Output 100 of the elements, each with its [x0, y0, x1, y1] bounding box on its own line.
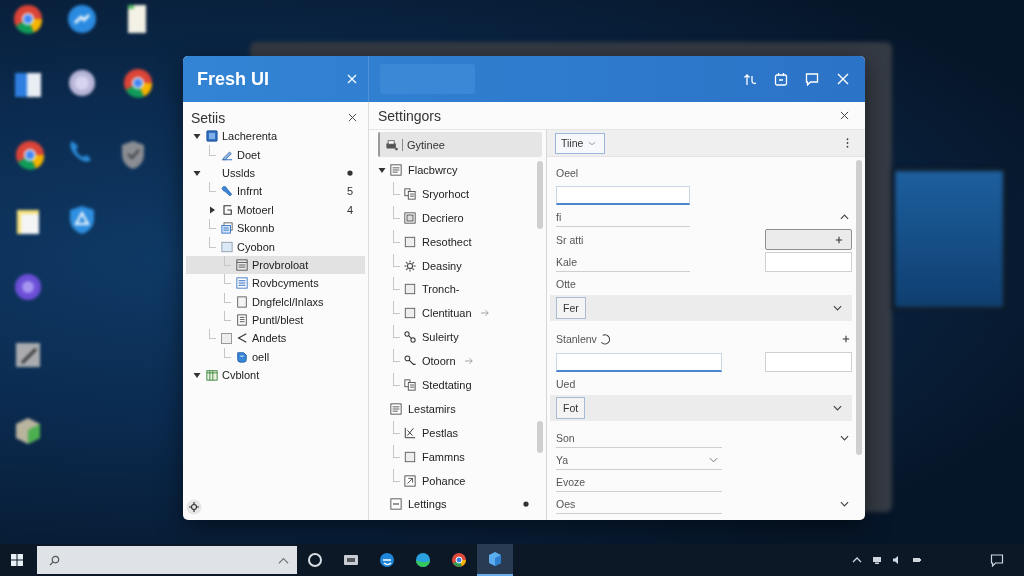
text-field[interactable]: Oes: [556, 494, 722, 514]
tree-item[interactable]: Otoorn: [369, 349, 537, 373]
text-field[interactable]: Son: [556, 428, 722, 448]
item-count: 4: [346, 203, 353, 216]
tree-item[interactable]: Flacbwrcy: [369, 158, 537, 182]
checkbox[interactable]: [221, 333, 232, 344]
field-label: Sr atti: [556, 233, 584, 246]
tree-item[interactable]: Rovbcyments: [186, 274, 365, 293]
tree-item[interactable]: Pestlas: [369, 420, 537, 445]
cube-icon: [486, 550, 504, 568]
field-label: Stanlenv: [556, 333, 597, 345]
close-icon[interactable]: [348, 113, 357, 122]
battery-icon[interactable]: [912, 555, 922, 565]
scrollbar-thumb[interactable]: [537, 421, 543, 453]
chevron-down-icon[interactable]: [840, 435, 849, 441]
resize-icon: [404, 474, 416, 487]
tree-item[interactable]: Infrnt 5: [186, 182, 365, 201]
chevron-down-icon[interactable]: [833, 305, 842, 311]
chevron-down-icon[interactable]: [840, 501, 849, 507]
circle-icon[interactable]: [66, 67, 98, 99]
tree-item[interactable]: Lettings: [369, 492, 537, 517]
stack-icon: [221, 222, 233, 235]
input-field[interactable]: [765, 352, 852, 372]
globe-icon: [414, 551, 432, 569]
tree-item[interactable]: Motoerl 4: [186, 200, 365, 219]
taskbar-search-field[interactable]: [37, 546, 297, 574]
nodes-icon: [404, 331, 416, 344]
tree-item[interactable]: Decriero: [369, 205, 537, 230]
circle-icon[interactable]: [66, 3, 98, 35]
caret-down-icon[interactable]: [193, 132, 201, 141]
caret-right-icon[interactable]: [208, 205, 216, 214]
caret-down-icon[interactable]: [193, 168, 201, 177]
more-icon[interactable]: [846, 137, 849, 149]
square-icon: [404, 283, 416, 296]
cards-icon: [404, 378, 416, 391]
tree-item[interactable]: Fammns: [369, 444, 537, 469]
input-field[interactable]: [556, 352, 722, 372]
caret-up-icon[interactable]: [852, 555, 862, 565]
sort-icon[interactable]: [743, 72, 757, 86]
input-field[interactable]: [765, 252, 852, 272]
dropdown-button[interactable]: Tiine: [555, 132, 605, 154]
close-icon[interactable]: [840, 111, 849, 120]
notes-icon: [236, 314, 248, 327]
spinner-icon: [599, 333, 611, 345]
dropdown-field[interactable]: Ya: [556, 450, 722, 470]
minus-box-icon: [390, 498, 402, 511]
plus-icon: [835, 235, 843, 244]
color-wheel-icon[interactable]: [122, 67, 154, 99]
tree-item[interactable]: Puntl/blest: [186, 310, 365, 330]
list-icon: [236, 277, 248, 290]
calendar-icon[interactable]: [774, 72, 788, 86]
chat-icon[interactable]: [990, 553, 1004, 567]
tree-item[interactable]: Provbroloat: [186, 255, 365, 275]
bracket-icon: [221, 203, 233, 216]
tree-item[interactable]: Tronch-: [369, 277, 537, 302]
tree-item[interactable]: Clentituan: [369, 301, 537, 326]
chevron-left-icon: [236, 332, 248, 345]
monitor-icon[interactable]: [872, 555, 882, 565]
tree-item[interactable]: Usslds: [186, 163, 365, 183]
add-button[interactable]: [765, 229, 852, 250]
caret-down-icon[interactable]: [193, 371, 201, 380]
tree-item[interactable]: Resothect: [369, 229, 537, 254]
tree-item[interactable]: Sryorhoct: [369, 181, 537, 206]
color-wheel-icon[interactable]: [12, 3, 44, 35]
circle-icon: [378, 551, 396, 569]
caret-down-icon[interactable]: [378, 165, 386, 174]
tree-item[interactable]: Stedtating: [369, 373, 537, 397]
tree-item[interactable]: Pohance: [369, 468, 537, 493]
printer-icon: [386, 138, 398, 151]
tree-item[interactable]: Deasiny: [369, 253, 537, 278]
crosshair-icon[interactable]: [186, 499, 202, 515]
input-field[interactable]: [556, 185, 690, 205]
text-field[interactable]: Evoze: [556, 472, 722, 492]
tree-item[interactable]: Doet: [186, 145, 365, 164]
tree-item[interactable]: Dngfelcl/Inlaxs: [186, 292, 365, 311]
tree-item[interactable]: Skonnb: [186, 218, 365, 238]
option-button[interactable]: Fer: [556, 297, 586, 319]
tree-item[interactable]: Lacherenta: [186, 127, 365, 146]
plus-icon[interactable]: [842, 335, 850, 343]
options-button[interactable]: Gytinee: [378, 132, 542, 157]
tree-item[interactable]: Cyobon: [186, 237, 365, 256]
tree-item[interactable]: Lestamirs: [369, 396, 537, 421]
color-wheel-icon[interactable]: [14, 139, 46, 171]
ring-icon: [306, 551, 324, 569]
chevron-down-icon[interactable]: [833, 405, 842, 411]
chevron-up-icon[interactable]: [840, 214, 849, 220]
scrollbar-thumb[interactable]: [855, 160, 862, 455]
scrollbar-thumb[interactable]: [537, 161, 543, 229]
window-icon: [236, 258, 248, 271]
text-field[interactable]: fi: [556, 207, 690, 227]
square-icon: [206, 130, 218, 143]
tree-item[interactable]: Andets: [186, 329, 365, 348]
tree-item[interactable]: Cvblont: [186, 366, 365, 385]
tree-item[interactable]: oell: [186, 347, 365, 367]
ring-icon[interactable]: [12, 271, 44, 303]
option-button[interactable]: Fot: [556, 397, 586, 419]
text-field[interactable]: Kale: [556, 252, 690, 272]
page-icon: [236, 295, 248, 308]
gear-icon: [404, 259, 416, 272]
tree-item[interactable]: Suleirty: [369, 325, 537, 350]
